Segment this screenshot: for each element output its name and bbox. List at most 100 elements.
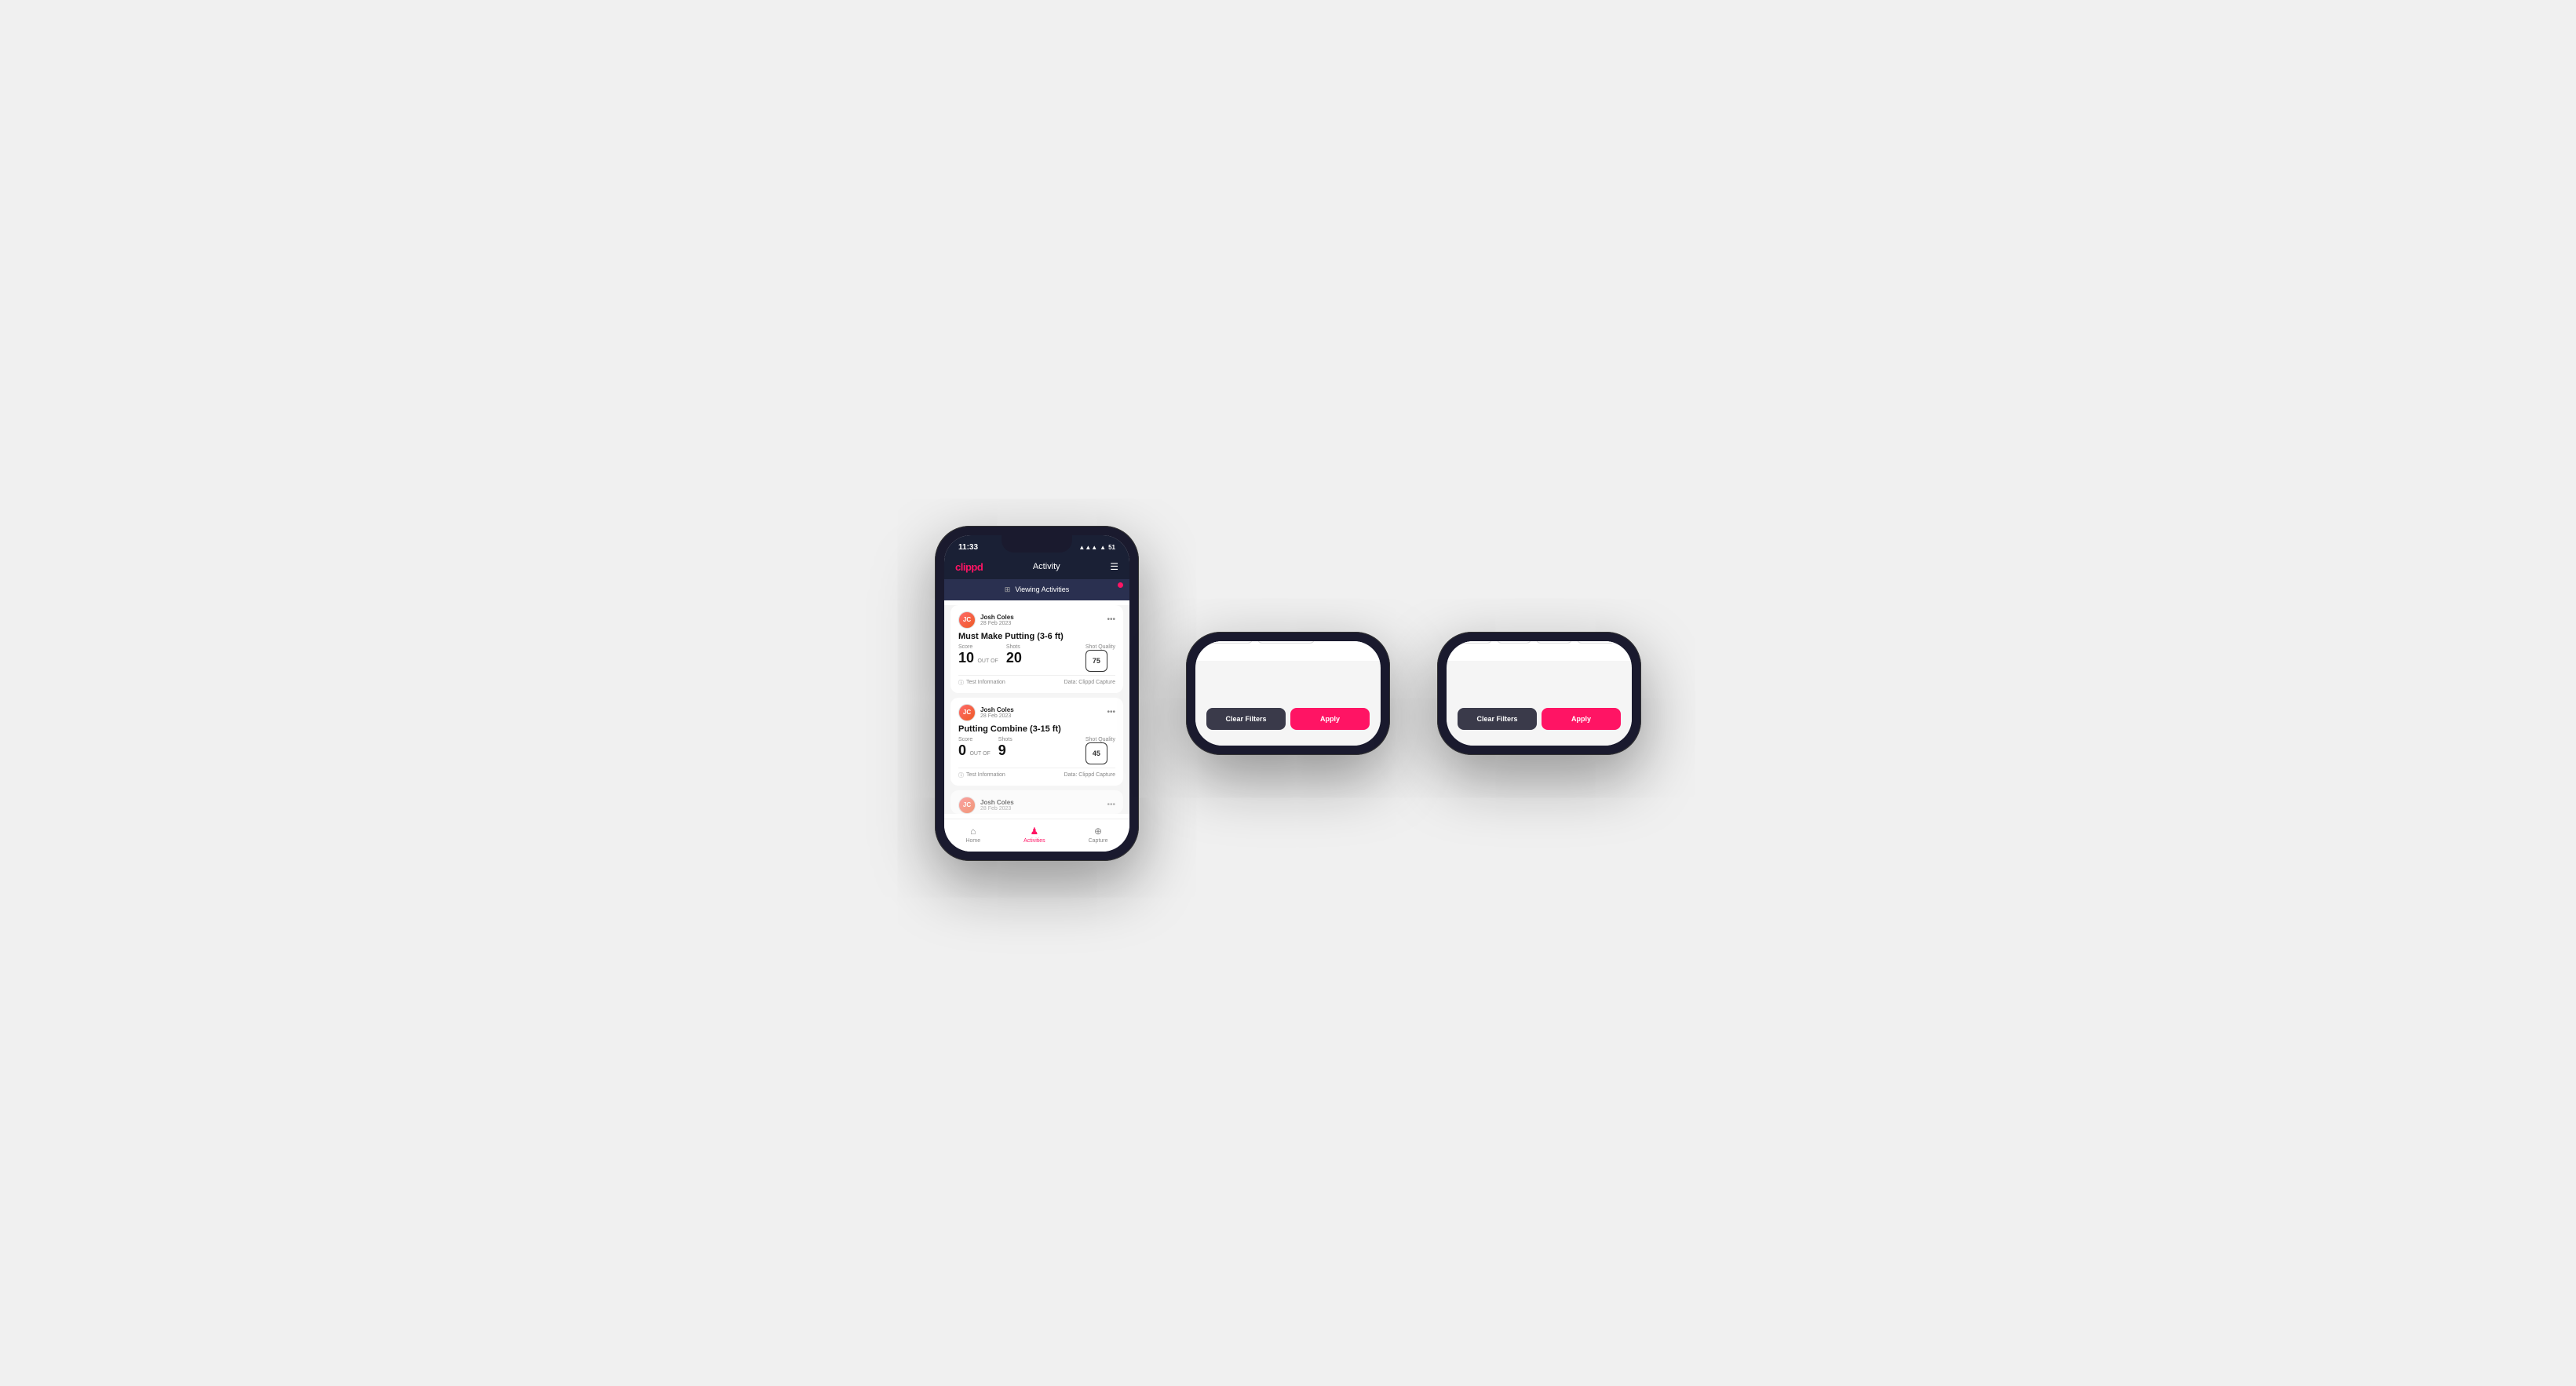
clear-filters-btn-3[interactable]: Clear Filters bbox=[1458, 708, 1537, 730]
card-info-1: ⓘ Test Information bbox=[958, 679, 1005, 687]
quality-badge-2: 45 bbox=[1085, 742, 1107, 764]
filter-content-3: Show Rounds Practice Drills Practice Dri… bbox=[1447, 641, 1632, 661]
card-header-2: JC Josh Coles 28 Feb 2023 ••• bbox=[958, 704, 1115, 721]
score-stat-2: Score 0 OUT OF bbox=[958, 737, 991, 759]
phone-1: 11:33 ▲▲▲ ▲ 51 clippd Activity ☰ ⊞ Viewi… bbox=[935, 526, 1139, 861]
signal-icon: ▲▲▲ bbox=[1078, 544, 1097, 551]
menu-icon-1[interactable]: ☰ bbox=[1110, 561, 1118, 572]
quality-label-2: Shot Quality bbox=[1085, 737, 1115, 742]
score-label-2: Score bbox=[958, 737, 991, 742]
nav-home-1[interactable]: ⌂ Home bbox=[965, 826, 980, 844]
phone-3: 11:33 ▲▲▲ ▲ 51 clippd Activity ☰ ⊞ Viewi… bbox=[1437, 632, 1641, 755]
shots-value-1: 20 bbox=[1006, 650, 1022, 666]
card-stats-2: Score 0 OUT OF Shots 9 Shot Quality 45 bbox=[958, 737, 1115, 764]
nav-activities-1[interactable]: ♟ Activities bbox=[1023, 826, 1045, 844]
shots-label-2: Shots bbox=[998, 737, 1013, 742]
scene: 11:33 ▲▲▲ ▲ 51 clippd Activity ☰ ⊞ Viewi… bbox=[888, 479, 1688, 908]
ott-btn-3[interactable]: OTT bbox=[1458, 641, 1492, 644]
info-icon-1: ⓘ bbox=[958, 679, 964, 687]
spacer-3 bbox=[1447, 661, 1632, 700]
activities-icon-1: ♟ bbox=[1030, 826, 1038, 837]
activity-card-3-partial[interactable]: JC Josh Coles 28 Feb 2023 ••• bbox=[950, 790, 1123, 814]
filter-content-2: Show Rounds Practice Drills Rounds Pract… bbox=[1195, 641, 1381, 661]
filter-sheet-2: Filter ✕ Show Rounds Practice Drills Rou… bbox=[1195, 641, 1381, 746]
phone-1-screen: 11:33 ▲▲▲ ▲ 51 clippd Activity ☰ ⊞ Viewi… bbox=[944, 535, 1129, 852]
more-dots-1[interactable]: ••• bbox=[1107, 615, 1115, 624]
more-dots-2[interactable]: ••• bbox=[1107, 708, 1115, 717]
user-info-2: JC Josh Coles 28 Feb 2023 bbox=[958, 704, 1014, 721]
tournament-btn-2[interactable]: Tournament bbox=[1257, 641, 1315, 644]
user-details-2: Josh Coles 28 Feb 2023 bbox=[980, 706, 1014, 719]
battery-icon: 51 bbox=[1108, 544, 1115, 551]
status-time-1: 11:33 bbox=[958, 543, 978, 552]
status-icons-1: ▲▲▲ ▲ 51 bbox=[1078, 544, 1115, 551]
user-name-3: Josh Coles bbox=[980, 799, 1014, 806]
rounds-btn-group-2: Practice Tournament bbox=[1206, 641, 1370, 644]
card-header-1: JC Josh Coles 28 Feb 2023 ••• bbox=[958, 611, 1115, 629]
capture-icon-1: ⊕ bbox=[1094, 826, 1102, 837]
practice-round-btn-2[interactable]: Practice bbox=[1206, 641, 1253, 644]
filter-footer-2: Clear Filters Apply bbox=[1195, 700, 1381, 741]
card-header-3: JC Josh Coles 28 Feb 2023 ••• bbox=[958, 797, 1115, 814]
user-name-2: Josh Coles bbox=[980, 706, 1014, 713]
outof-1: OUT OF bbox=[977, 658, 998, 664]
bottom-nav-1: ⌂ Home ♟ Activities ⊕ Capture bbox=[944, 819, 1129, 852]
card-stats-1: Score 10 OUT OF Shots 20 Shot Quality 75 bbox=[958, 644, 1115, 672]
user-details-3: Josh Coles 28 Feb 2023 bbox=[980, 799, 1014, 812]
avatar-3: JC bbox=[958, 797, 976, 814]
user-date-2: 28 Feb 2023 bbox=[980, 713, 1014, 719]
info-icon-2: ⓘ bbox=[958, 771, 964, 779]
user-info-1: JC Josh Coles 28 Feb 2023 bbox=[958, 611, 1014, 629]
activities-label-1: Activities bbox=[1023, 838, 1045, 844]
nav-title-1: Activity bbox=[1033, 562, 1060, 571]
card-footer-2: ⓘ Test Information Data: Clippd Capture bbox=[958, 768, 1115, 779]
card-data-2: Data: Clippd Capture bbox=[1064, 772, 1115, 778]
card-title-1: Must Make Putting (3-6 ft) bbox=[958, 632, 1115, 641]
app-btn-3[interactable]: APP bbox=[1497, 641, 1531, 644]
viewing-banner-1[interactable]: ⊞ Viewing Activities bbox=[944, 579, 1129, 600]
shots-label-1: Shots bbox=[1006, 644, 1022, 650]
card-info-2: ⓘ Test Information bbox=[958, 771, 1005, 779]
clear-filters-btn-2[interactable]: Clear Filters bbox=[1206, 708, 1286, 730]
nav-capture-1[interactable]: ⊕ Capture bbox=[1089, 826, 1108, 844]
user-date-1: 28 Feb 2023 bbox=[980, 621, 1014, 626]
phone-3-screen: 11:33 ▲▲▲ ▲ 51 clippd Activity ☰ ⊞ Viewi… bbox=[1447, 641, 1632, 746]
bottom-safe-area-2 bbox=[1195, 741, 1381, 746]
apply-btn-2[interactable]: Apply bbox=[1290, 708, 1370, 730]
nav-bar-1: clippd Activity ☰ bbox=[944, 556, 1129, 579]
score-label-1: Score bbox=[958, 644, 998, 650]
shots-stat-2: Shots 9 bbox=[998, 737, 1013, 759]
drills-btn-group-3: OTT APP ARG PUTT bbox=[1458, 641, 1621, 644]
quality-label-1: Shot Quality bbox=[1085, 644, 1115, 650]
filter-sheet-3: Filter ✕ Show Rounds Practice Drills Pra… bbox=[1447, 641, 1632, 746]
wifi-icon: ▲ bbox=[1100, 544, 1106, 551]
shots-stat-1: Shots 20 bbox=[1006, 644, 1022, 666]
phone-2-screen: 11:33 ▲▲▲ ▲ 51 clippd Activity ☰ ⊞ Viewi… bbox=[1195, 641, 1381, 746]
bottom-safe-area-3 bbox=[1447, 741, 1632, 746]
score-value-2: 0 bbox=[958, 742, 966, 758]
user-date-3: 28 Feb 2023 bbox=[980, 806, 1014, 812]
apply-btn-3[interactable]: Apply bbox=[1542, 708, 1621, 730]
user-details-1: Josh Coles 28 Feb 2023 bbox=[980, 614, 1014, 626]
notch bbox=[1002, 535, 1072, 553]
card-footer-1: ⓘ Test Information Data: Clippd Capture bbox=[958, 675, 1115, 687]
more-dots-3[interactable]: ••• bbox=[1107, 801, 1115, 809]
score-value-1: 10 bbox=[958, 650, 974, 666]
activity-card-1[interactable]: JC Josh Coles 28 Feb 2023 ••• Must Make … bbox=[950, 605, 1123, 693]
quality-stat-2: Shot Quality 45 bbox=[1085, 737, 1115, 764]
avatar-2: JC bbox=[958, 704, 976, 721]
putt-btn-3[interactable]: PUTT bbox=[1577, 641, 1616, 644]
activity-card-2[interactable]: JC Josh Coles 28 Feb 2023 ••• Putting Co… bbox=[950, 698, 1123, 786]
activity-list-1: JC Josh Coles 28 Feb 2023 ••• Must Make … bbox=[944, 605, 1129, 814]
arg-btn-3[interactable]: ARG bbox=[1536, 641, 1572, 644]
outof-2: OUT OF bbox=[969, 751, 990, 757]
quality-stat-1: Shot Quality 75 bbox=[1085, 644, 1115, 672]
filter-footer-3: Clear Filters Apply bbox=[1447, 700, 1632, 741]
capture-label-1: Capture bbox=[1089, 838, 1108, 844]
user-name-1: Josh Coles bbox=[980, 614, 1014, 621]
notification-dot-1 bbox=[1118, 582, 1123, 588]
filter-icon-1: ⊞ bbox=[1005, 585, 1011, 594]
quality-badge-1: 75 bbox=[1085, 650, 1107, 672]
phone-2: 11:33 ▲▲▲ ▲ 51 clippd Activity ☰ ⊞ Viewi… bbox=[1186, 632, 1390, 755]
home-icon-1: ⌂ bbox=[970, 826, 976, 837]
